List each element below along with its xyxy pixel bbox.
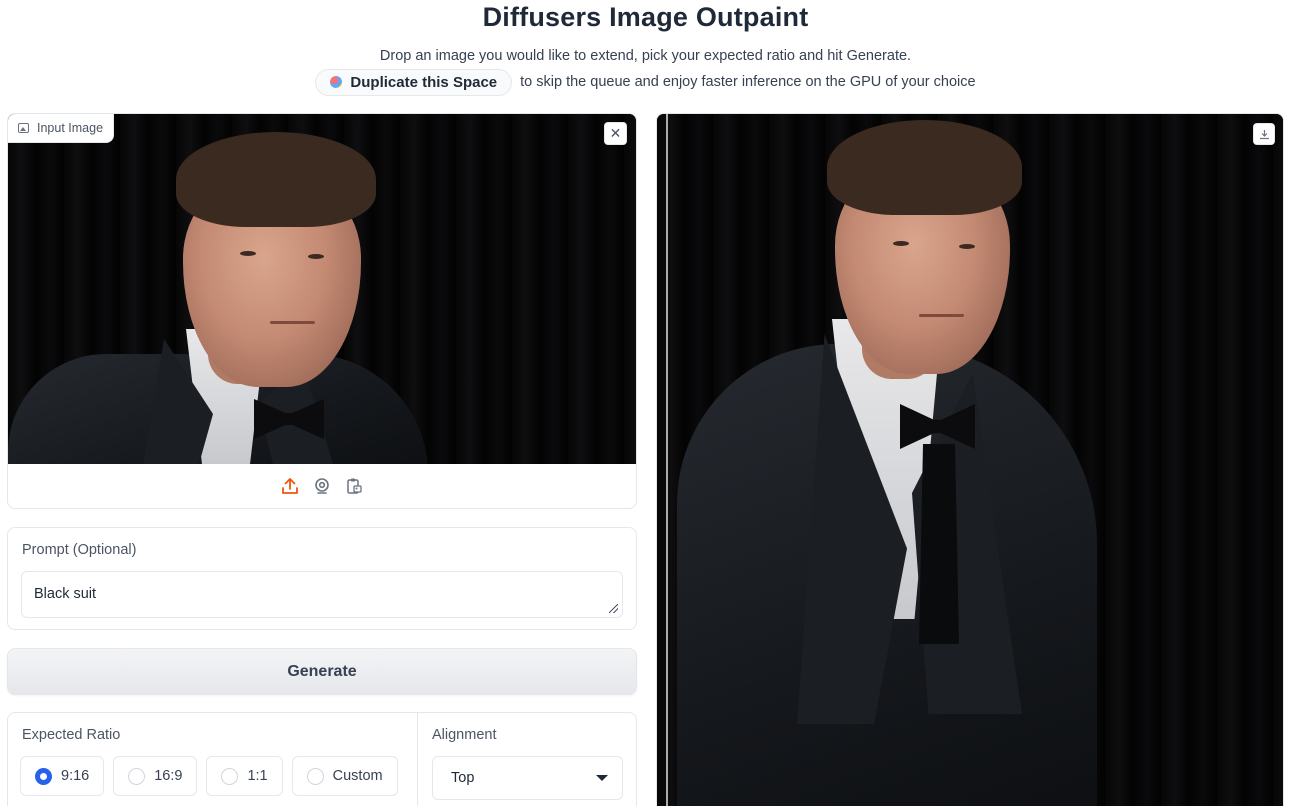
prompt-panel: Prompt (Optional) Black suit xyxy=(7,527,637,630)
alignment-label: Alignment xyxy=(432,727,497,743)
prompt-label: Prompt (Optional) xyxy=(22,542,137,558)
input-image-panel[interactable]: Input Image ✕ xyxy=(7,113,637,509)
clipboard-icon[interactable] xyxy=(344,476,364,496)
download-button[interactable] xyxy=(1253,123,1275,145)
image-edge-divider xyxy=(666,114,668,806)
radio-unselected-icon xyxy=(221,767,239,785)
ratio-option-label: Custom xyxy=(332,768,383,784)
huggingface-logo-icon xyxy=(330,76,343,88)
resize-handle-icon[interactable] xyxy=(609,604,618,613)
output-image-preview xyxy=(657,114,1283,806)
ratio-option-label: 1:1 xyxy=(247,768,268,784)
page-title: Diffusers Image Outpaint xyxy=(482,2,809,32)
input-image-label: Input Image xyxy=(37,121,104,135)
expected-ratio-label: Expected Ratio xyxy=(22,727,121,743)
duplicate-description: to skip the queue and enjoy faster infer… xyxy=(520,74,976,90)
output-image-panel xyxy=(656,113,1284,806)
ratio-option-custom[interactable]: Custom xyxy=(291,756,398,796)
ratio-option-1-1[interactable]: 1:1 xyxy=(206,756,283,796)
duplicate-row: Duplicate this Space to skip the queue a… xyxy=(0,68,1291,96)
chevron-down-icon xyxy=(596,775,608,781)
ratio-option-9-16[interactable]: 9:16 xyxy=(20,756,105,796)
webcam-icon[interactable] xyxy=(312,476,332,496)
input-image-label-chip: Input Image xyxy=(8,114,115,143)
radio-unselected-icon xyxy=(306,767,324,785)
image-source-bar xyxy=(8,464,636,508)
image-icon xyxy=(18,123,29,133)
ratio-option-label: 16:9 xyxy=(154,768,183,784)
radio-selected-icon xyxy=(35,767,52,785)
settings-divider xyxy=(417,713,418,806)
ratio-option-label: 9:16 xyxy=(61,768,90,784)
clear-image-button[interactable]: ✕ xyxy=(604,122,627,145)
download-icon xyxy=(1259,129,1269,139)
upload-icon[interactable] xyxy=(280,476,300,496)
alignment-dropdown[interactable]: Top xyxy=(432,756,623,800)
alignment-value: Top xyxy=(451,770,475,786)
ratio-radio-group: 9:16 16:9 1:1 Custom xyxy=(20,756,398,796)
close-icon: ✕ xyxy=(609,125,622,141)
page-subtitle: Drop an image you would like to extend, … xyxy=(379,48,912,64)
duplicate-space-button[interactable]: Duplicate this Space xyxy=(315,68,513,96)
duplicate-space-label: Duplicate this Space xyxy=(350,73,498,91)
prompt-input[interactable]: Black suit xyxy=(21,571,623,618)
settings-panel: Expected Ratio 9:16 16:9 1:1 Custom Alig… xyxy=(7,712,637,806)
ratio-option-16-9[interactable]: 16:9 xyxy=(113,756,198,796)
generate-button[interactable]: Generate xyxy=(7,648,637,695)
radio-unselected-icon xyxy=(128,767,146,785)
input-image-preview xyxy=(8,114,636,464)
